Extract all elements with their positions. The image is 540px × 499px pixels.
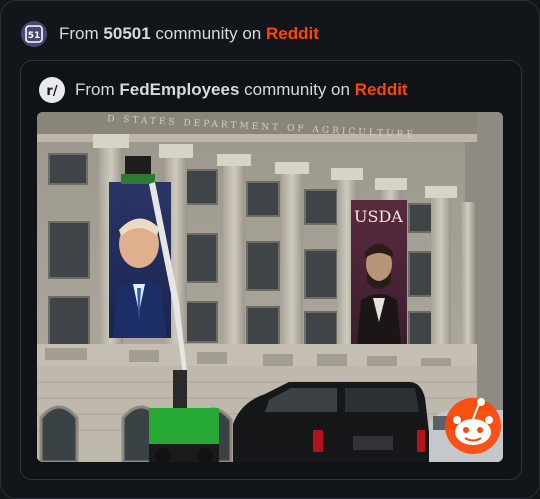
community-badge-icon: 51 bbox=[21, 21, 47, 47]
outer-embed-card: 51 From 50501 community on Reddit r/ Fro… bbox=[0, 0, 540, 499]
inner-platform-link[interactable]: Reddit bbox=[355, 80, 408, 99]
outer-community-link[interactable]: 50501 bbox=[103, 24, 150, 43]
outer-source-title: From 50501 community on Reddit bbox=[59, 24, 319, 44]
post-photo[interactable]: D STATES DEPARTMENT OF AGRICULTURE USDA bbox=[37, 112, 503, 462]
right-banner: USDA bbox=[351, 200, 407, 346]
reddit-snoo-icon bbox=[445, 398, 501, 454]
outer-source-header[interactable]: 51 From 50501 community on Reddit bbox=[21, 21, 319, 47]
inner-source-title: From FedEmployees community on Reddit bbox=[75, 80, 408, 100]
svg-text:r/: r/ bbox=[46, 84, 57, 99]
building-photo-illustration: D STATES DEPARTMENT OF AGRICULTURE USDA bbox=[37, 112, 503, 462]
left-banner bbox=[109, 182, 171, 338]
outer-platform-link[interactable]: Reddit bbox=[266, 24, 319, 43]
banner-usda-text: USDA bbox=[354, 207, 403, 226]
outer-prefix: From bbox=[59, 24, 99, 43]
reddit-r-slash-icon: r/ bbox=[39, 77, 65, 103]
inner-source-header[interactable]: r/ From FedEmployees community on Reddit bbox=[39, 77, 408, 103]
outer-middle-text: community on bbox=[155, 24, 262, 43]
inner-community-link[interactable]: FedEmployees bbox=[119, 80, 239, 99]
inner-prefix: From bbox=[75, 80, 115, 99]
inner-middle-text: community on bbox=[244, 80, 350, 99]
svg-text:51: 51 bbox=[28, 31, 41, 41]
